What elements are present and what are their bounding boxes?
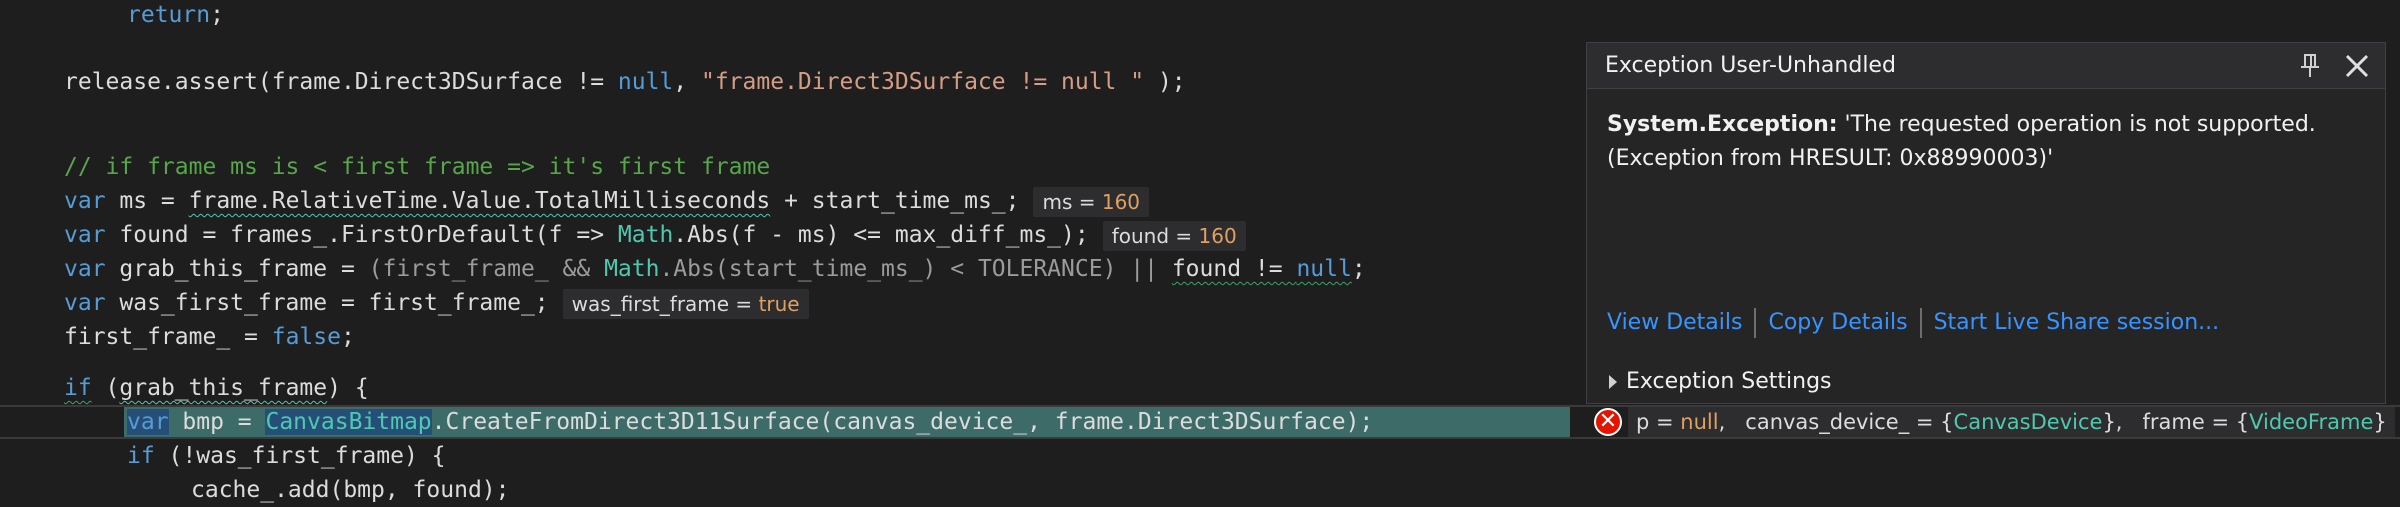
code-text: (: [91, 375, 120, 401]
exception-text-hresult: (Exception from HRESULT: 0x88990003)': [1607, 146, 2054, 171]
inline-type: CanvasDevice: [1953, 410, 2103, 434]
inline-value: null: [1680, 410, 1719, 434]
string-literal: "frame.Direct3DSurface != null ": [700, 69, 1145, 95]
code-line-bmp: var bmp = CanvasBitmap.CreateFromDirect3…: [127, 405, 1373, 439]
code-text: first_frame_ =: [64, 324, 272, 350]
keyword: false: [271, 324, 341, 350]
code-text: release.assert(frame.Direct3DSurface !=: [64, 69, 618, 95]
code-text: + start_time_ms_;: [770, 188, 1020, 214]
code-text: bmp =: [168, 409, 266, 435]
keyword: if: [127, 443, 155, 469]
exception-links: View Details Copy Details Start Live Sha…: [1607, 306, 2219, 340]
code-line-return: return;: [127, 0, 224, 32]
code-line-assert: release.assert(frame.Direct3DSurface != …: [64, 65, 1186, 99]
datatip-value: true: [758, 291, 800, 316]
code-line-cache-add: cache_.add(bmp, found);: [191, 473, 510, 507]
exception-settings-expander[interactable]: Exception Settings: [1607, 365, 1832, 399]
code-text: grab_this_frame =: [105, 256, 369, 282]
datatip-value: 160: [1101, 189, 1141, 214]
code-text: was_first_frame = first_frame_;: [105, 290, 549, 316]
code-line-if-was-first: if (!was_first_frame) {: [127, 439, 446, 473]
exception-message: System.Exception: 'The requested operati…: [1607, 108, 2367, 176]
keyword: null: [1296, 256, 1352, 282]
keyword: var: [64, 222, 106, 248]
inline-name: }, frame = {: [2102, 410, 2250, 434]
exception-title: Exception User-Unhandled: [1605, 53, 1896, 78]
code-text: found = frames_.FirstOrDefault(f =>: [105, 222, 618, 248]
keyword: var: [64, 188, 106, 214]
link-divider: [1919, 308, 1922, 338]
view-details-link[interactable]: View Details: [1607, 306, 1742, 340]
exception-settings-label: Exception Settings: [1626, 369, 1832, 394]
code-text-squiggle: grab_this_frame: [119, 375, 328, 401]
code-text-dim: .Abs(start_time_ms_) < TOLERANCE) ||: [659, 256, 1172, 282]
code-line-ms: var ms = frame.RelativeTime.Value.TotalM…: [64, 184, 1150, 218]
inline-name: }: [2373, 410, 2387, 434]
exception-header: Exception User-Unhandled: [1587, 43, 2385, 89]
type-name: Math: [604, 256, 660, 282]
inline-type: VideoFrame: [2249, 410, 2374, 434]
code-line-found: var found = frames_.FirstOrDefault(f => …: [64, 218, 1246, 252]
datatip-found[interactable]: found = 160: [1102, 220, 1246, 251]
datatip-name: found =: [1111, 223, 1199, 248]
keyword: if: [64, 375, 92, 401]
type-name: Math: [617, 222, 674, 248]
inline-error-values[interactable]: ✕ p = null, canvas_device_ = {CanvasDevi…: [1594, 405, 2395, 439]
keyword: return: [127, 2, 211, 28]
pin-icon[interactable]: [2299, 53, 2321, 79]
code-text: );: [1144, 69, 1186, 95]
keyword: var: [64, 290, 106, 316]
code-line-comment: // if frame ms is < first frame => it's …: [64, 150, 770, 184]
keyword-selected: var: [127, 409, 169, 435]
code-text: .Abs(f - ms) <= max_diff_ms_);: [673, 222, 1089, 248]
keyword: var: [64, 256, 106, 282]
exception-type: System.Exception:: [1607, 112, 1838, 137]
datatip-name: ms =: [1042, 189, 1102, 214]
code-comment: // if frame ms is < first frame => it's …: [64, 154, 771, 180]
inline-name: , canvas_device_ = {: [1718, 410, 1954, 434]
code-text: ) {: [327, 375, 369, 401]
code-text: .CreateFromDirect3D11Surface(canvas_devi…: [431, 409, 1374, 435]
keyword: null: [617, 69, 674, 95]
code-line-first-frame: first_frame_ = false;: [64, 320, 355, 354]
datatip-was-first-frame[interactable]: was_first_frame = true: [562, 288, 809, 319]
code-text-squiggle: frame.RelativeTime.Value.TotalMillisecon…: [188, 188, 771, 214]
code-text: found !=: [1171, 256, 1297, 282]
code-text: (!was_first_frame) {: [154, 443, 446, 469]
datatip-name: was_first_frame =: [571, 291, 759, 316]
link-divider: [1754, 308, 1757, 338]
code-line-was-first: var was_first_frame = first_frame_; was_f…: [64, 286, 809, 320]
inline-datatip: p = null, canvas_device_ = {CanvasDevice…: [1628, 407, 2395, 437]
code-text-squiggle: found != null: [1172, 256, 1352, 282]
code-text-dim: (first_frame_ &&: [368, 256, 605, 282]
code-text: ;: [1351, 256, 1366, 282]
error-icon[interactable]: ✕: [1594, 408, 1622, 436]
datatip-value: 160: [1198, 223, 1237, 248]
type-name-selected: CanvasBitmap: [265, 409, 432, 435]
datatip-ms[interactable]: ms = 160: [1033, 186, 1150, 217]
inline-name: p =: [1636, 410, 1681, 434]
code-text: ms =: [105, 188, 189, 214]
exception-helper-popup[interactable]: Exception User-Unhandled System.Exceptio…: [1586, 42, 2386, 404]
code-line-grab: var grab_this_frame = (first_frame_ && M…: [64, 252, 1366, 286]
expand-triangle-icon: [1609, 375, 1617, 389]
code-text: ;: [210, 2, 224, 28]
code-line-if-grab: if (grab_this_frame) {: [64, 371, 369, 405]
code-text: ;: [340, 324, 355, 350]
exception-text: 'The requested operation is not supporte…: [1837, 112, 2316, 137]
live-share-link[interactable]: Start Live Share session...: [1934, 306, 2220, 340]
copy-details-link[interactable]: Copy Details: [1768, 306, 1907, 340]
code-text: cache_.add(bmp, found);: [191, 477, 510, 503]
code-text: ,: [673, 69, 701, 95]
close-icon[interactable]: [2343, 52, 2371, 80]
